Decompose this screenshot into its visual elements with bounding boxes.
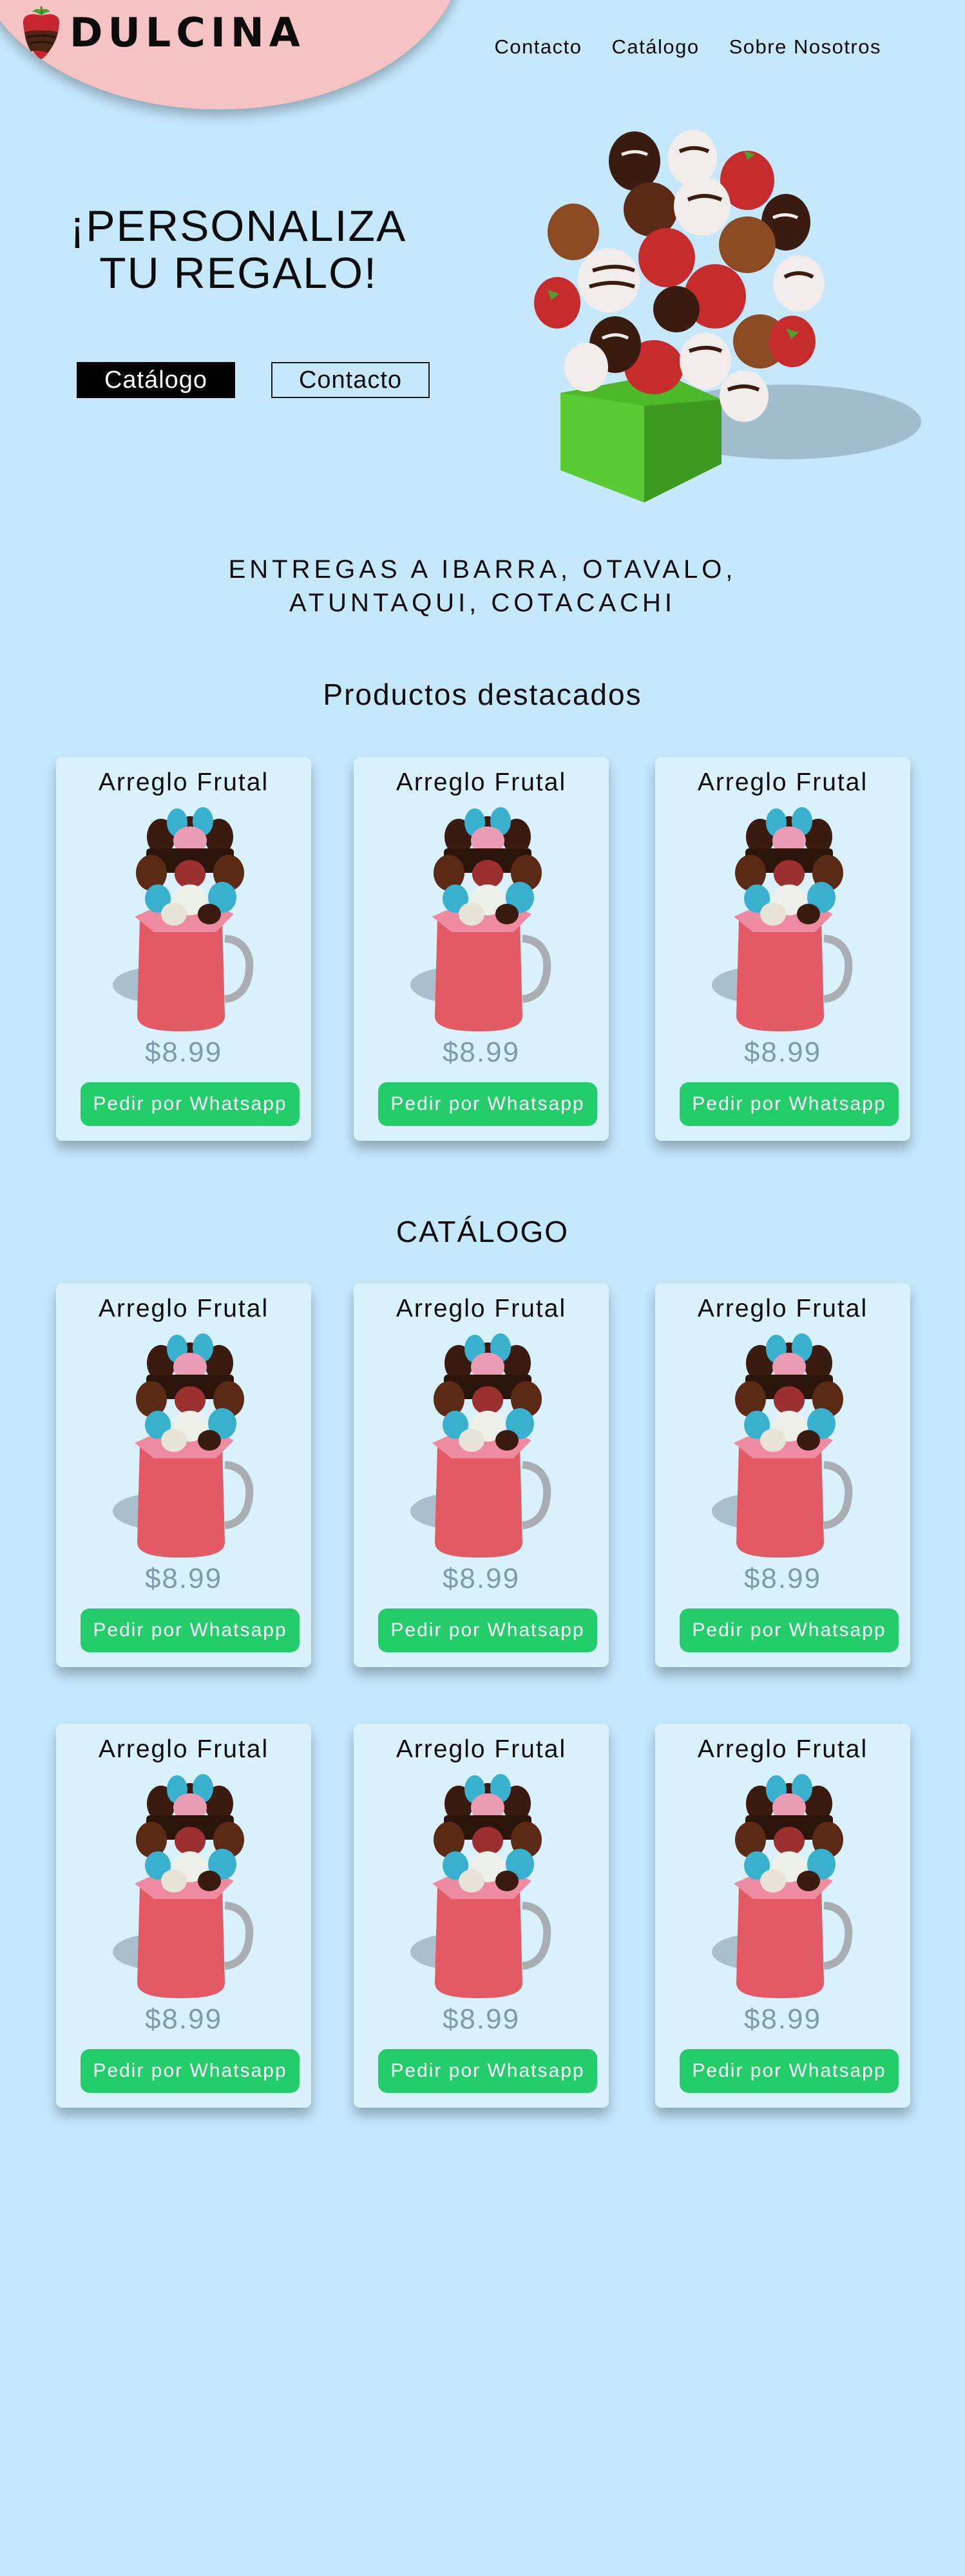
fruit-arrangement-image: [686, 1323, 879, 1561]
product-price: $8.99: [442, 1563, 521, 1594]
fruit-arrangement-image: [686, 1764, 879, 2002]
hero-catalog-button[interactable]: Catálogo: [77, 362, 235, 398]
whatsapp-order-button[interactable]: Pedir por Whatsapp: [680, 2049, 899, 2093]
product-card: Arreglo Frutal $8.99 Pedir por Whatsapp: [655, 757, 910, 1141]
main-nav: Contacto Catálogo Sobre Nosotros: [494, 35, 881, 59]
brand-logo[interactable]: DULCINA: [19, 5, 305, 61]
chocolate-strawberry-bouquet-image: [451, 97, 953, 509]
product-price: $8.99: [144, 2003, 223, 2035]
whatsapp-order-button[interactable]: Pedir por Whatsapp: [81, 2049, 300, 2093]
product-title: Arreglo Frutal: [98, 768, 269, 796]
fruit-arrangement-image: [87, 1323, 280, 1561]
product-title: Arreglo Frutal: [396, 1735, 567, 1763]
whatsapp-order-button[interactable]: Pedir por Whatsapp: [81, 1608, 300, 1652]
product-price: $8.99: [144, 1036, 223, 1068]
whatsapp-order-button[interactable]: Pedir por Whatsapp: [680, 1608, 899, 1652]
fruit-arrangement-image: [385, 797, 578, 1035]
nav-item-contacto[interactable]: Contacto: [494, 35, 582, 59]
product-price: $8.99: [743, 1563, 822, 1594]
whatsapp-order-button[interactable]: Pedir por Whatsapp: [680, 1082, 899, 1126]
fruit-arrangement-image: [87, 797, 280, 1035]
product-price: $8.99: [743, 1036, 822, 1068]
fruit-arrangement-image: [686, 797, 879, 1035]
product-title: Arreglo Frutal: [697, 1295, 868, 1322]
featured-title: Productos destacados: [323, 678, 642, 711]
catalog-title: CATÁLOGO: [396, 1215, 569, 1248]
whatsapp-order-button[interactable]: Pedir por Whatsapp: [378, 2049, 597, 2093]
product-title: Arreglo Frutal: [697, 1735, 868, 1763]
product-card: Arreglo Frutal $8.99 Pedir por Whatsapp: [56, 1724, 311, 2108]
product-card: Arreglo Frutal $8.99 Pedir por Whatsapp: [655, 1724, 910, 2108]
product-title: Arreglo Frutal: [98, 1295, 269, 1322]
delivery-line2: ATUNTAQUI, COTACACHI: [289, 589, 676, 617]
hero-contact-button[interactable]: Contacto: [271, 362, 430, 398]
hero-title-line1: ¡PERSONALIZA: [70, 202, 407, 251]
chocolate-strawberry-icon: [19, 5, 63, 61]
brand-name: DULCINA: [70, 9, 305, 56]
nav-item-sobre-nosotros[interactable]: Sobre Nosotros: [729, 35, 881, 59]
fruit-arrangement-image: [385, 1764, 578, 2002]
product-card: Arreglo Frutal $8.99 Pedir por Whatsapp: [56, 757, 311, 1141]
product-price: $8.99: [743, 2003, 822, 2035]
delivery-areas: ENTREGAS A IBARRA, OTAVALO, ATUNTAQUI, C…: [0, 553, 965, 620]
product-card: Arreglo Frutal $8.99 Pedir por Whatsapp: [655, 1283, 910, 1667]
nav-item-catalogo[interactable]: Catálogo: [612, 35, 700, 59]
whatsapp-order-button[interactable]: Pedir por Whatsapp: [378, 1608, 597, 1652]
product-title: Arreglo Frutal: [396, 768, 567, 796]
whatsapp-order-button[interactable]: Pedir por Whatsapp: [378, 1082, 597, 1126]
whatsapp-order-button[interactable]: Pedir por Whatsapp: [81, 1082, 300, 1126]
product-card: Arreglo Frutal $8.99 Pedir por Whatsapp: [354, 1283, 609, 1667]
product-card: Arreglo Frutal $8.99 Pedir por Whatsapp: [56, 1283, 311, 1667]
fruit-arrangement-image: [87, 1764, 280, 2002]
product-title: Arreglo Frutal: [697, 768, 868, 796]
product-price: $8.99: [442, 2003, 521, 2035]
product-card: Arreglo Frutal $8.99 Pedir por Whatsapp: [354, 757, 609, 1141]
hero-title: ¡PERSONALIZA TU REGALO!: [45, 202, 432, 298]
product-title: Arreglo Frutal: [396, 1295, 567, 1322]
fruit-arrangement-image: [385, 1323, 578, 1561]
product-title: Arreglo Frutal: [98, 1735, 269, 1763]
hero-title-line2: TU REGALO!: [99, 249, 377, 298]
product-price: $8.99: [144, 1563, 223, 1594]
product-price: $8.99: [442, 1036, 521, 1068]
product-card: Arreglo Frutal $8.99 Pedir por Whatsapp: [354, 1724, 609, 2108]
delivery-line1: ENTREGAS A IBARRA, OTAVALO,: [228, 555, 737, 584]
